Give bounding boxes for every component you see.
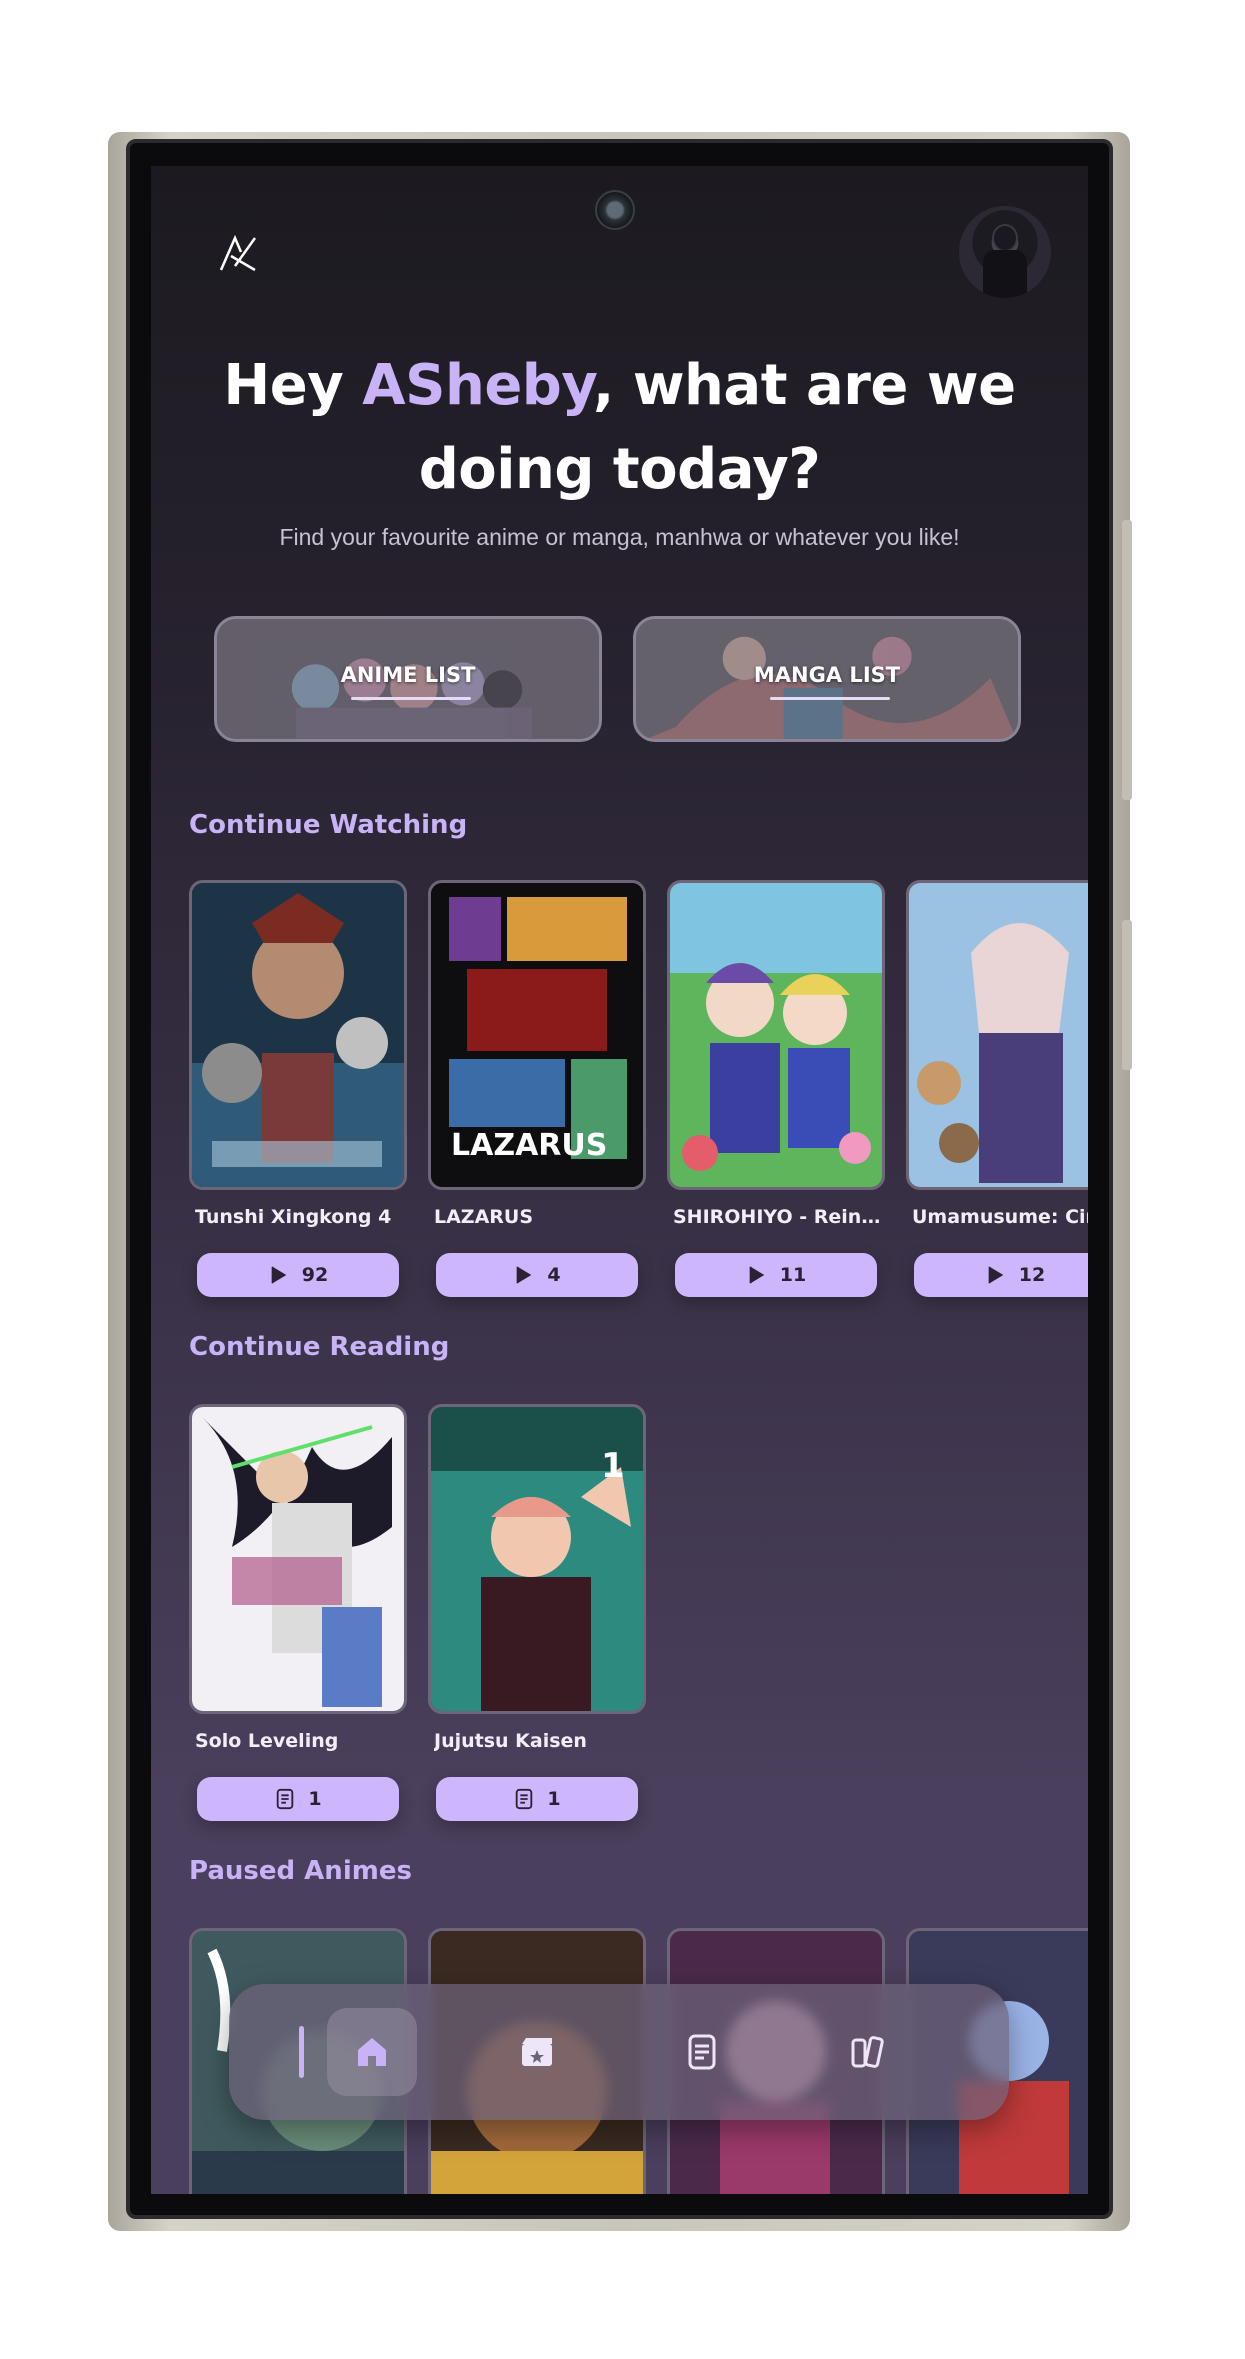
- episode-count: 11: [779, 1264, 807, 1286]
- anime-card[interactable]: LAZARUS LAZARUS 4: [428, 880, 646, 1300]
- user-name: ASheby: [362, 353, 594, 418]
- book-icon: [277, 1788, 294, 1810]
- anime-card[interactable]: SHIROHIYO - Reincarnated as a Neglected …: [667, 880, 885, 1300]
- manga-list-underline: [770, 697, 890, 700]
- play-icon: [749, 1266, 765, 1284]
- book-icon: [688, 2034, 715, 2070]
- episode-pill[interactable]: 12: [914, 1253, 1088, 1297]
- anime-title: Umamusume: Cinderella Gray: [912, 1206, 1088, 1228]
- anime-cover[interactable]: [667, 880, 885, 1190]
- manga-card[interactable]: Solo Leveling 1: [189, 1404, 407, 1824]
- greeting-heading: Hey ASheby, what are we doing today?: [191, 344, 1048, 512]
- episode-pill[interactable]: 92: [197, 1253, 399, 1297]
- manga-card[interactable]: 1 Jujutsu Kaisen 1: [428, 1404, 646, 1824]
- anime-title: LAZARUS: [434, 1206, 534, 1228]
- nav-active-indicator: [298, 2026, 304, 2078]
- volume-button: [1122, 520, 1132, 800]
- library-icon: [851, 2036, 884, 2068]
- chapter-count: 1: [308, 1788, 322, 1810]
- anime-card[interactable]: Umamusume: Cinderella Gray 12: [906, 880, 1088, 1300]
- greeting-prefix: Hey: [223, 353, 363, 418]
- chapter-pill[interactable]: 1: [197, 1777, 399, 1821]
- manga-cover[interactable]: [189, 1404, 407, 1714]
- anime-cover[interactable]: [906, 880, 1088, 1190]
- bottom-nav: [229, 1984, 1009, 2120]
- home-icon: [357, 2038, 386, 2066]
- svg-text:LAZARUS: LAZARUS: [451, 1128, 607, 1163]
- episode-count: 4: [547, 1264, 561, 1286]
- anime-list-label: ANIME LIST: [340, 663, 476, 687]
- svg-text:1: 1: [601, 1446, 625, 1486]
- anime-list-button[interactable]: ANIME LIST: [214, 616, 602, 742]
- manga-title: Solo Leveling: [195, 1730, 339, 1752]
- play-icon: [517, 1266, 532, 1284]
- anime-title: SHIROHIYO - Reincarnated as a Neglected …: [673, 1206, 883, 1228]
- front-camera: [595, 190, 635, 230]
- nav-manga[interactable]: [657, 2008, 747, 2096]
- episode-pill[interactable]: 4: [436, 1253, 638, 1297]
- avatar-body: [983, 250, 1027, 298]
- chapter-pill[interactable]: 1: [436, 1777, 638, 1821]
- chapter-count: 1: [547, 1788, 561, 1810]
- episode-count: 12: [1018, 1264, 1046, 1286]
- episode-pill[interactable]: 11: [675, 1253, 877, 1297]
- anime-card[interactable]: Tunshi Xingkong 4 92: [189, 880, 407, 1300]
- anime-cover[interactable]: LAZARUS: [428, 880, 646, 1190]
- user-avatar[interactable]: [959, 206, 1051, 298]
- avatar-head: [992, 224, 1018, 252]
- book-icon: [516, 1788, 533, 1810]
- manga-title: Jujutsu Kaisen: [434, 1730, 587, 1752]
- power-button: [1122, 920, 1132, 1070]
- manga-list-label: MANGA LIST: [753, 663, 901, 687]
- play-icon: [271, 1266, 287, 1284]
- anime-list-underline: [351, 697, 471, 700]
- anime-title: Tunshi Xingkong 4: [195, 1206, 392, 1228]
- anime-cover[interactable]: [189, 880, 407, 1190]
- greeting-subtitle: Find your favourite anime or manga, manh…: [279, 524, 960, 550]
- continue-reading-row: Solo Leveling 1 1 Jujutsu Kaisen 1: [189, 1404, 646, 1824]
- app-logo-icon[interactable]: [217, 232, 259, 274]
- app-screen: Hey ASheby, what are we doing today? Fin…: [151, 166, 1088, 2194]
- manga-cover[interactable]: 1: [428, 1404, 646, 1714]
- continue-reading-title: Continue Reading: [189, 1332, 450, 1362]
- nav-anime[interactable]: [492, 2008, 582, 2096]
- play-icon: [988, 1266, 1004, 1284]
- continue-watching-row: Tunshi Xingkong 4 92 LAZARUS LAZARUS 4 S…: [189, 880, 1088, 1300]
- nav-library[interactable]: [822, 2008, 912, 2096]
- clapperboard-icon: [521, 2038, 552, 2066]
- episode-count: 92: [301, 1264, 329, 1286]
- paused-animes-title: Paused Animes: [189, 1856, 412, 1886]
- manga-list-button[interactable]: MANGA LIST: [633, 616, 1021, 742]
- nav-home[interactable]: [298, 2008, 417, 2096]
- continue-watching-title: Continue Watching: [189, 810, 468, 840]
